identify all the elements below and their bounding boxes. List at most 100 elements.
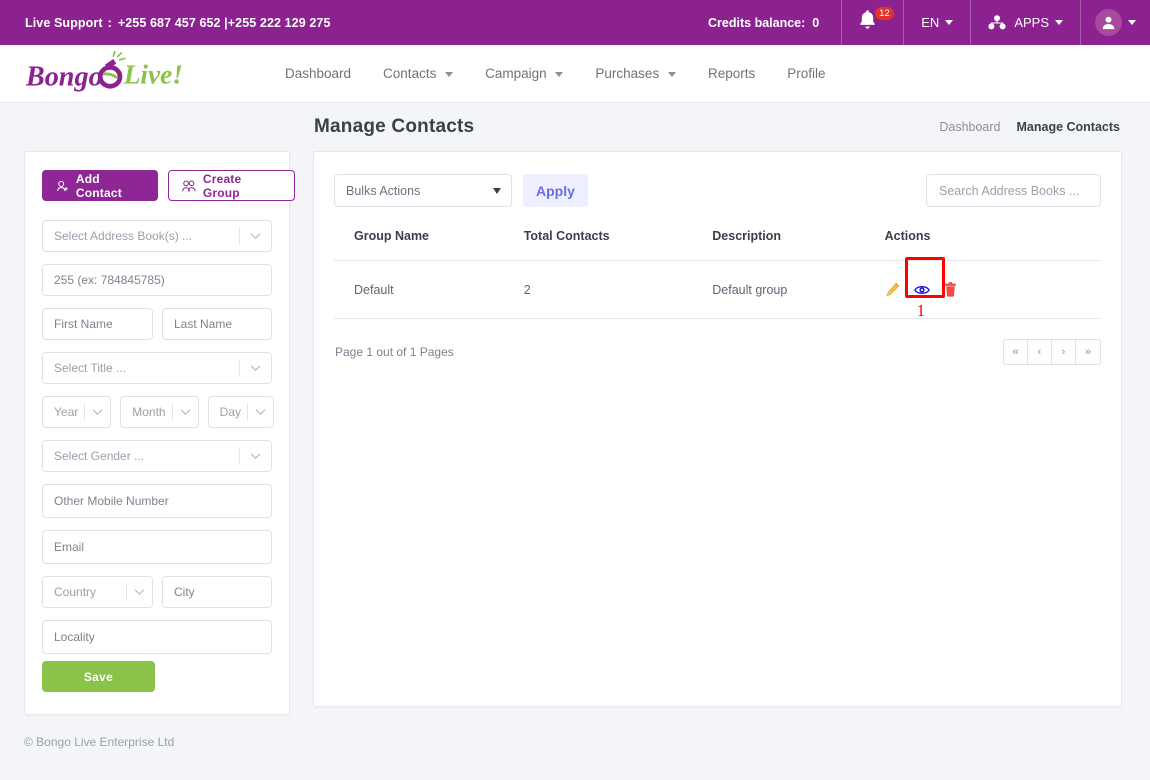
email-placeholder: Email: [54, 540, 84, 554]
nav-item-reports[interactable]: Reports: [692, 58, 771, 89]
page-footer: © Bongo Live Enterprise Ltd: [0, 715, 1150, 749]
last-name-input[interactable]: Last Name: [162, 308, 272, 340]
edit-group-button[interactable]: [885, 282, 900, 297]
chevron-down-icon: [668, 72, 676, 77]
bulk-actions-select[interactable]: Bulks Actions: [334, 174, 512, 207]
select-divider: [239, 228, 240, 244]
other-mobile-input[interactable]: Other Mobile Number: [42, 484, 272, 518]
groups-table-column: Bulks Actions Apply Search Address Books…: [313, 151, 1122, 715]
nav-item-label: Profile: [787, 66, 825, 81]
pagination-text: Page 1 out of 1 Pages: [334, 345, 454, 359]
breadcrumb-current: Manage Contacts: [1017, 120, 1121, 134]
groups-table: Group Name Total Contacts Description Ac…: [334, 229, 1101, 319]
credits-balance-value: 0: [812, 16, 819, 30]
apps-menu[interactable]: APPS: [970, 0, 1080, 45]
chevron-down-icon: [945, 20, 953, 25]
select-divider: [239, 360, 240, 376]
save-button[interactable]: Save: [42, 661, 155, 692]
month-select[interactable]: Month: [120, 396, 198, 428]
table-toolbar: Bulks Actions Apply Search Address Books…: [334, 174, 1101, 207]
pagination-last-button[interactable]: »: [1076, 340, 1100, 364]
apply-label: Apply: [536, 183, 575, 199]
language-label: EN: [921, 15, 939, 30]
city-placeholder: City: [174, 585, 195, 599]
chevron-down-icon: [555, 72, 563, 77]
day-value: Day: [220, 405, 241, 419]
chevron-down-icon: [134, 589, 145, 596]
year-value: Year: [54, 405, 78, 419]
language-selector[interactable]: EN: [903, 0, 970, 45]
country-select[interactable]: Country: [42, 576, 153, 608]
month-value: Month: [132, 405, 165, 419]
pagination-controls: « ‹ › »: [1003, 339, 1101, 365]
save-label: Save: [84, 670, 113, 684]
apply-button[interactable]: Apply: [523, 174, 588, 207]
nav-item-contacts[interactable]: Contacts: [367, 58, 469, 89]
credits-balance-label: Credits balance:: [708, 16, 805, 30]
breadcrumb-dashboard[interactable]: Dashboard: [939, 120, 1000, 134]
chevron-down-icon: [1128, 20, 1136, 25]
search-placeholder: Search Address Books ...: [939, 184, 1079, 198]
view-group-button[interactable]: [914, 284, 930, 296]
delete-group-button[interactable]: [944, 282, 957, 297]
birthdate-row: Year Month Day: [42, 396, 272, 428]
first-name-input[interactable]: First Name: [42, 308, 153, 340]
cell-actions: 1: [885, 261, 1101, 319]
add-contact-button[interactable]: Add Contact: [42, 170, 158, 201]
chevron-down-icon: [92, 409, 103, 416]
locality-input[interactable]: Locality: [42, 620, 272, 654]
column-header-group-name: Group Name: [334, 229, 524, 261]
live-support-separator: :: [108, 16, 112, 30]
search-address-books-input[interactable]: Search Address Books ...: [926, 174, 1101, 207]
live-support-label: Live Support: [25, 16, 103, 30]
add-contact-form-card: Add Contact Create Group Select Address …: [24, 151, 290, 715]
nav-item-campaign[interactable]: Campaign: [469, 58, 579, 89]
user-icon: [1101, 15, 1116, 30]
table-header-row: Group Name Total Contacts Description Ac…: [334, 229, 1101, 261]
table-row: Default 2 Default group: [334, 261, 1101, 319]
day-select[interactable]: Day: [208, 396, 274, 428]
nav-item-profile[interactable]: Profile: [771, 58, 841, 89]
nav-item-dashboard[interactable]: Dashboard: [269, 58, 367, 89]
bongo-live-logo[interactable]: Bongo Live!: [24, 51, 184, 97]
city-input[interactable]: City: [162, 576, 272, 608]
logo-live-text: Live!: [123, 59, 183, 89]
year-select[interactable]: Year: [42, 396, 111, 428]
cell-group-name: Default: [334, 261, 524, 319]
gender-select[interactable]: Select Gender ...: [42, 440, 272, 472]
notifications-button[interactable]: 12: [841, 0, 903, 45]
table-body: Default 2 Default group: [334, 261, 1101, 319]
credits-balance: Credits balance: 0: [686, 0, 841, 45]
chevron-down-icon: [250, 365, 261, 372]
select-divider: [239, 448, 240, 464]
email-input[interactable]: Email: [42, 530, 272, 564]
groups-card: Bulks Actions Apply Search Address Books…: [313, 151, 1122, 707]
column-header-actions: Actions: [885, 229, 1101, 261]
title-value: Select Title ...: [54, 361, 126, 375]
nav-item-label: Purchases: [595, 66, 659, 81]
select-divider: [247, 404, 248, 420]
chevron-down-icon: [250, 233, 261, 240]
pagination-prev-button[interactable]: ‹: [1028, 340, 1052, 364]
nav-item-label: Contacts: [383, 66, 436, 81]
select-divider: [172, 404, 173, 420]
pagination-next-button[interactable]: ›: [1052, 340, 1076, 364]
user-menu[interactable]: [1080, 0, 1150, 45]
address-book-select[interactable]: Select Address Book(s) ...: [42, 220, 272, 252]
view-eye-icon: [914, 284, 930, 296]
chevron-down-icon: [445, 72, 453, 77]
apps-sitemap-icon: [988, 15, 1006, 30]
bulk-actions-value: Bulks Actions: [346, 184, 420, 198]
last-name-placeholder: Last Name: [174, 317, 232, 331]
live-support-numbers: +255 687 457 652 |+255 222 129 275: [118, 16, 331, 30]
pagination-first-button[interactable]: «: [1004, 340, 1028, 364]
nav-item-purchases[interactable]: Purchases: [579, 58, 692, 89]
column-header-description: Description: [712, 229, 884, 261]
create-group-button[interactable]: Create Group: [168, 170, 295, 201]
select-divider: [126, 584, 127, 600]
other-mobile-placeholder: Other Mobile Number: [54, 494, 169, 508]
create-group-icon: [182, 180, 196, 192]
locality-placeholder: Locality: [54, 630, 95, 644]
title-select[interactable]: Select Title ...: [42, 352, 272, 384]
phone-number-input[interactable]: 255 (ex: 784845785): [42, 264, 272, 296]
